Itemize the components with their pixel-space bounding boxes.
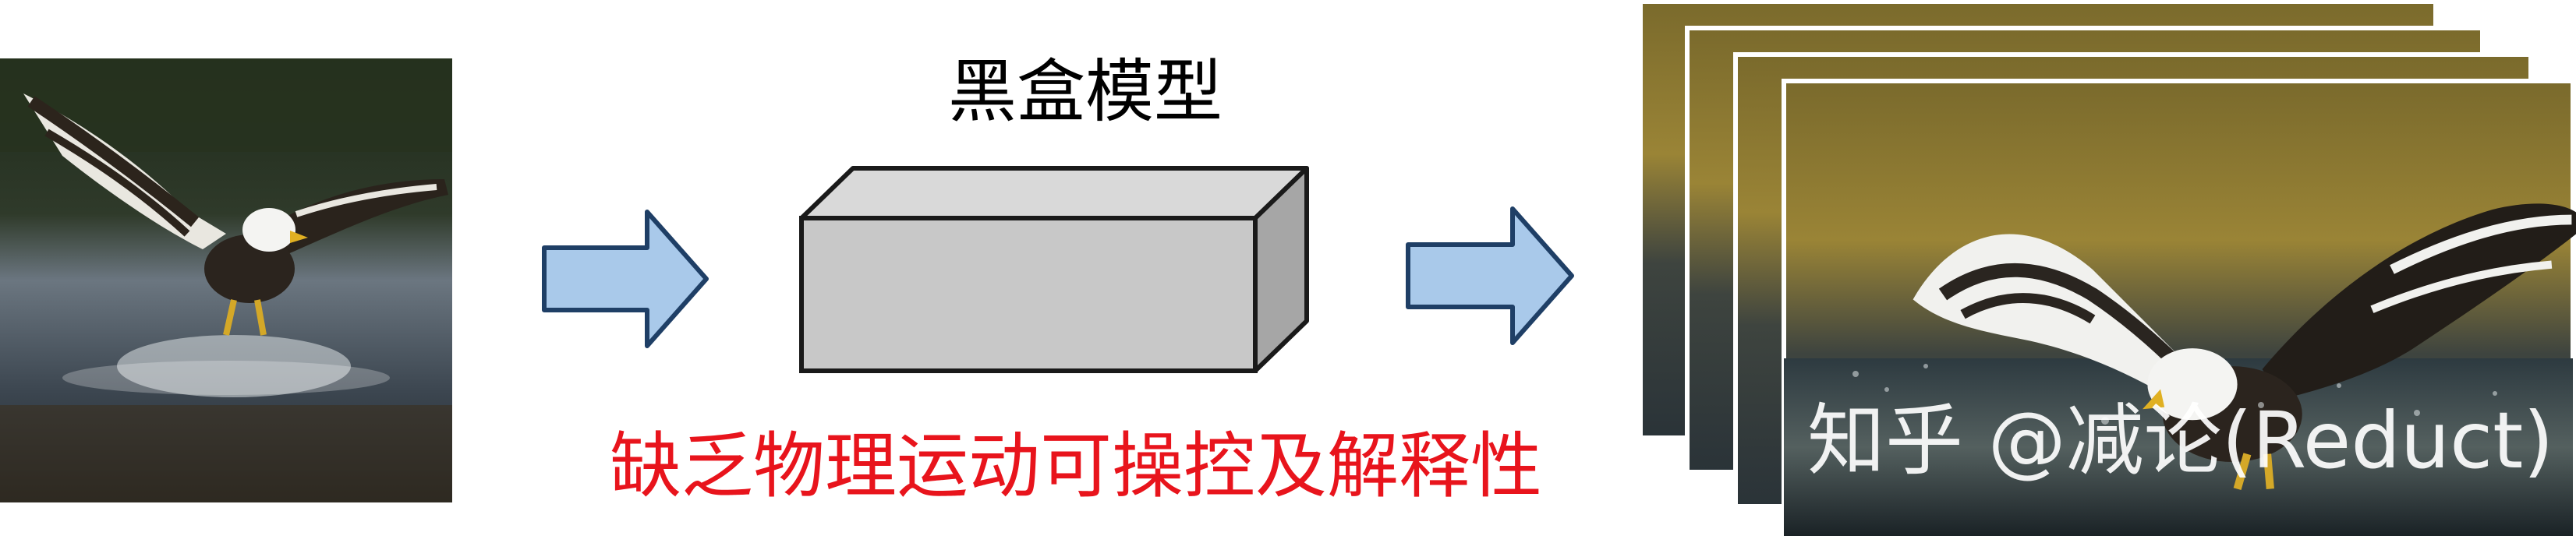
black-box-diagram: 黑盒模型 缺乏物理运动可操控及解释性 知乎 @减论(Reduct) xyxy=(0,0,2576,538)
watermark-text: 知乎 @减论(Reduct) xyxy=(1807,395,2553,486)
arrow-right-icon xyxy=(1406,206,1574,345)
arrow-right-icon xyxy=(542,210,709,348)
caption-red: 缺乏物理运动可操控及解释性 xyxy=(610,425,1542,508)
box-title: 黑盒模型 xyxy=(948,51,1223,132)
input-eagle-image xyxy=(0,58,452,502)
black-box-cuboid xyxy=(799,166,1309,373)
